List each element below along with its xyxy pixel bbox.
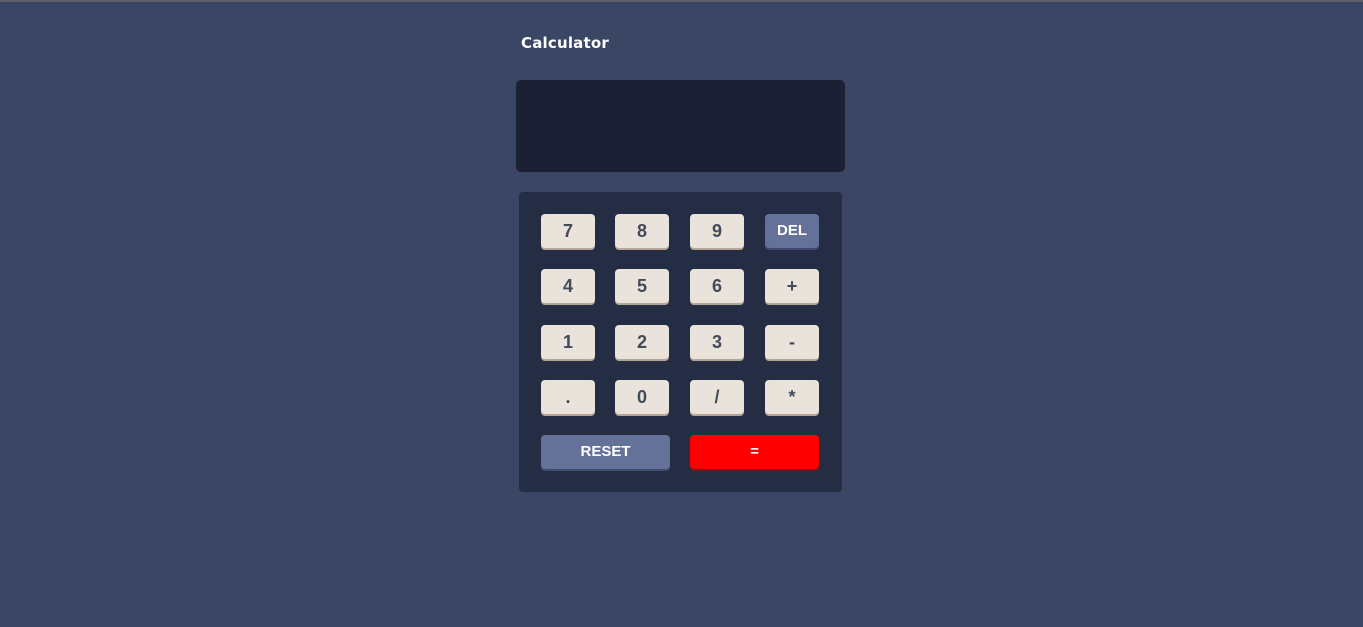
- minus-button[interactable]: -: [765, 325, 819, 359]
- multiply-button[interactable]: *: [765, 380, 819, 414]
- delete-button[interactable]: DEL: [765, 214, 819, 248]
- key-5[interactable]: 5: [615, 269, 669, 303]
- key-9[interactable]: 9: [690, 214, 744, 248]
- plus-button[interactable]: +: [765, 269, 819, 303]
- key-4[interactable]: 4: [541, 269, 595, 303]
- key-1[interactable]: 1: [541, 325, 595, 359]
- key-7[interactable]: 7: [541, 214, 595, 248]
- key-2[interactable]: 2: [615, 325, 669, 359]
- keypad: 7 8 9 DEL 4 5 6 + 1 2 3 - . 0 / * RESET …: [519, 192, 842, 492]
- app-title: Calculator: [521, 34, 609, 52]
- key-6[interactable]: 6: [690, 269, 744, 303]
- divide-button[interactable]: /: [690, 380, 744, 414]
- reset-button[interactable]: RESET: [541, 435, 670, 469]
- key-3[interactable]: 3: [690, 325, 744, 359]
- equals-button[interactable]: =: [690, 435, 819, 469]
- key-8[interactable]: 8: [615, 214, 669, 248]
- calculator-display: [516, 80, 845, 172]
- decimal-point-button[interactable]: .: [541, 380, 595, 414]
- browser-top-edge: [0, 0, 1363, 2]
- key-0[interactable]: 0: [615, 380, 669, 414]
